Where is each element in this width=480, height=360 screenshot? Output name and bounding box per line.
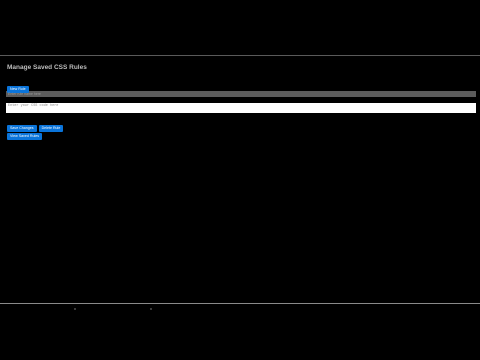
page-title: Manage Saved CSS Rules bbox=[7, 64, 87, 71]
css-code-textarea[interactable] bbox=[6, 103, 476, 113]
delete-rule-button[interactable]: Delete Rule bbox=[38, 125, 64, 132]
rule-name-input[interactable] bbox=[6, 91, 476, 97]
bottom-marker bbox=[150, 308, 152, 310]
new-rule-row: New Rule bbox=[7, 77, 476, 93]
new-rule-button[interactable]: New Rule bbox=[7, 86, 29, 93]
bottom-marker bbox=[74, 308, 76, 310]
bottom-divider bbox=[0, 303, 480, 304]
secondary-buttons-row: View Saved Rules bbox=[7, 124, 476, 140]
css-rules-manager: Manage Saved CSS Rules New Rule Save Cha… bbox=[6, 64, 476, 140]
top-divider bbox=[0, 55, 480, 56]
action-buttons-row: Save Changes Delete Rule bbox=[7, 116, 476, 132]
page: Manage Saved CSS Rules New Rule Save Cha… bbox=[0, 0, 480, 360]
view-saved-rules-button[interactable]: View Saved Rules bbox=[7, 133, 43, 140]
